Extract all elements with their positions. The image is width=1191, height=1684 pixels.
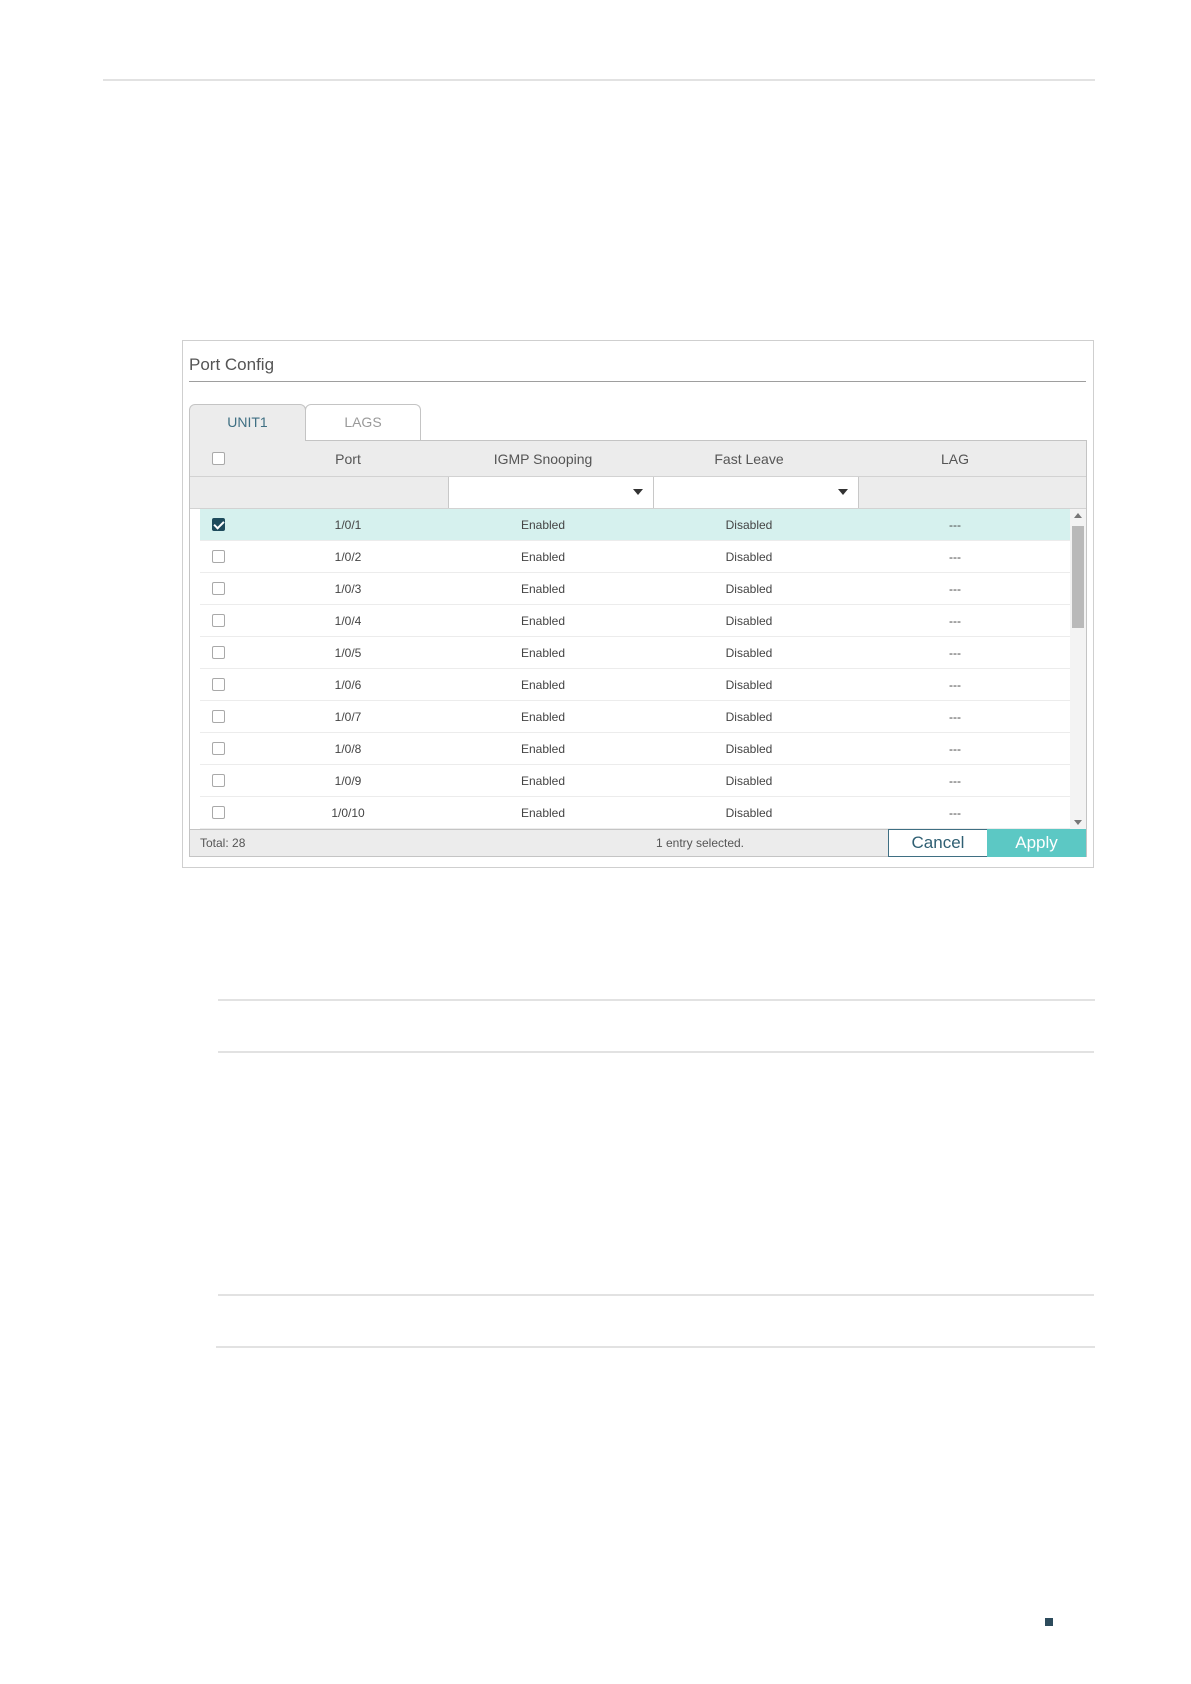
row-port: 1/0/2 [334, 550, 362, 564]
note-rule-top-2 [218, 1294, 1094, 1296]
row-lag: --- [949, 518, 961, 532]
row-igmp-snooping: Enabled [520, 614, 566, 628]
header-rule [103, 79, 1095, 81]
row-port: 1/0/9 [334, 774, 362, 788]
row-lag: --- [949, 710, 961, 724]
row-fast-leave: Disabled [725, 582, 773, 596]
row-port: 1/0/10 [331, 806, 365, 820]
scroll-up-icon[interactable] [1074, 513, 1082, 518]
apply-button[interactable]: Apply [987, 829, 1086, 857]
note-rule-bottom-2 [216, 1346, 1095, 1348]
cancel-button[interactable]: Cancel [888, 829, 988, 857]
row-fast-leave: Disabled [725, 550, 773, 564]
page-marker-icon [1045, 1618, 1053, 1626]
row-port: 1/0/5 [334, 646, 362, 660]
row-fast-leave: Disabled [725, 518, 773, 532]
row-igmp-snooping: Enabled [520, 582, 566, 596]
fast-leave-select[interactable] [653, 477, 859, 508]
row-igmp-snooping: Enabled [520, 646, 566, 660]
row-checkbox[interactable] [212, 614, 225, 627]
row-checkbox[interactable] [212, 518, 225, 531]
row-fast-leave: Disabled [725, 742, 773, 756]
table-row[interactable]: 1/0/10 Enabled Disabled --- [200, 797, 1070, 829]
row-fast-leave: Disabled [725, 678, 773, 692]
row-checkbox[interactable] [212, 678, 225, 691]
port-table: Port IGMP Snooping Fast Leave LAG 1/0/1 E… [189, 440, 1087, 857]
table-row[interactable]: 1/0/3 Enabled Disabled --- [200, 573, 1070, 605]
row-checkbox[interactable] [212, 806, 225, 819]
row-checkbox[interactable] [212, 582, 225, 595]
row-checkbox[interactable] [212, 646, 225, 659]
row-port: 1/0/7 [334, 710, 362, 724]
table-body: 1/0/1 Enabled Disabled --- 1/0/2 Enabled Disab… [200, 509, 1070, 829]
chevron-down-icon [633, 489, 643, 495]
row-igmp-snooping: Enabled [520, 518, 566, 532]
row-checkbox[interactable] [212, 774, 225, 787]
table-row[interactable]: 1/0/1 Enabled Disabled --- [200, 509, 1070, 541]
column-header-port[interactable]: Port [268, 441, 428, 477]
table-row[interactable]: 1/0/7 Enabled Disabled --- [200, 701, 1070, 733]
table-header: Port IGMP Snooping Fast Leave LAG [190, 441, 1086, 477]
column-header-lag[interactable]: LAG [852, 441, 1058, 477]
row-port: 1/0/6 [334, 678, 362, 692]
row-lag: --- [949, 646, 961, 660]
row-igmp-snooping: Enabled [520, 550, 566, 564]
note-rule-bottom [218, 1051, 1094, 1053]
port-config-panel: Port Config UNIT1 LAGS Port IGMP Snoopin… [182, 340, 1094, 868]
tab-lags[interactable]: LAGS [305, 404, 421, 440]
scrollbar-thumb[interactable] [1072, 526, 1084, 628]
row-fast-leave: Disabled [725, 774, 773, 788]
row-lag: --- [949, 550, 961, 564]
table-row[interactable]: 1/0/6 Enabled Disabled --- [200, 669, 1070, 701]
row-fast-leave: Disabled [725, 614, 773, 628]
row-checkbox[interactable] [212, 710, 225, 723]
row-igmp-snooping: Enabled [520, 774, 566, 788]
igmp-snooping-select[interactable] [448, 477, 654, 508]
column-header-igmp-snooping[interactable]: IGMP Snooping [440, 441, 646, 477]
row-port: 1/0/1 [334, 518, 362, 532]
scroll-down-icon[interactable] [1074, 820, 1082, 825]
row-lag: --- [949, 614, 961, 628]
table-row[interactable]: 1/0/4 Enabled Disabled --- [200, 605, 1070, 637]
row-igmp-snooping: Enabled [520, 806, 566, 820]
row-fast-leave: Disabled [725, 646, 773, 660]
row-lag: --- [949, 582, 961, 596]
select-all-checkbox[interactable] [212, 452, 225, 465]
row-igmp-snooping: Enabled [520, 678, 566, 692]
table-footer: Total: 28 1 entry selected. Cancel Apply [190, 829, 1086, 857]
panel-title-divider [189, 381, 1086, 382]
row-checkbox[interactable] [212, 742, 225, 755]
row-lag: --- [949, 774, 961, 788]
note-rule-top [218, 999, 1095, 1001]
row-port: 1/0/4 [334, 614, 362, 628]
tab-unit1[interactable]: UNIT1 [189, 404, 306, 441]
row-fast-leave: Disabled [725, 710, 773, 724]
table-row[interactable]: 1/0/2 Enabled Disabled --- [200, 541, 1070, 573]
table-row[interactable]: 1/0/9 Enabled Disabled --- [200, 765, 1070, 797]
selection-status: 1 entry selected. [655, 836, 745, 850]
row-lag: --- [949, 742, 961, 756]
row-igmp-snooping: Enabled [520, 710, 566, 724]
column-header-fast-leave[interactable]: Fast Leave [646, 441, 852, 477]
row-checkbox[interactable] [212, 550, 225, 563]
row-fast-leave: Disabled [725, 806, 773, 820]
row-lag: --- [949, 806, 961, 820]
chevron-down-icon [838, 489, 848, 495]
row-lag: --- [949, 678, 961, 692]
table-scrollbar[interactable] [1070, 509, 1086, 829]
filter-row [190, 477, 1086, 509]
panel-title: Port Config [189, 355, 275, 374]
row-port: 1/0/8 [334, 742, 362, 756]
table-row[interactable]: 1/0/5 Enabled Disabled --- [200, 637, 1070, 669]
total-count: Total: 28 [200, 836, 246, 850]
table-row[interactable]: 1/0/8 Enabled Disabled --- [200, 733, 1070, 765]
row-igmp-snooping: Enabled [520, 742, 566, 756]
row-port: 1/0/3 [334, 582, 362, 596]
